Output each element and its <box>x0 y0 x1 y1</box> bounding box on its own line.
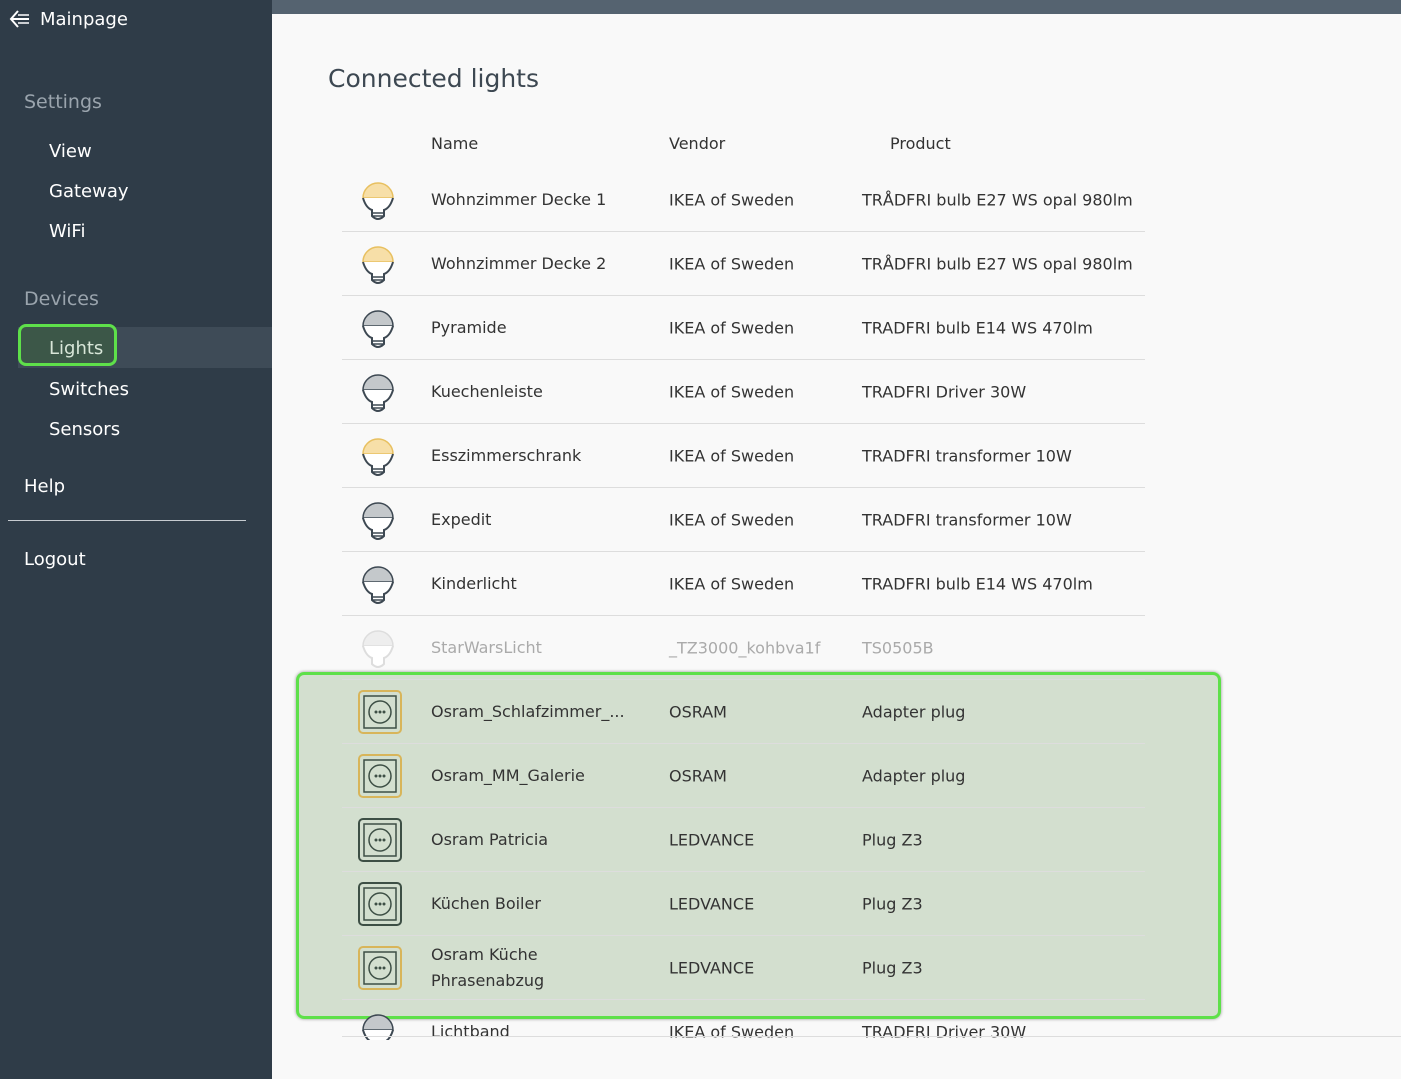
cell-vendor: IKEA of Sweden <box>669 190 795 209</box>
cell-product: Plug Z3 <box>862 958 923 977</box>
back-arrow-icon <box>9 10 29 28</box>
cell-vendor: IKEA of Sweden <box>669 318 795 337</box>
bulb-icon[interactable] <box>358 560 398 608</box>
sidebar-divider <box>8 520 246 521</box>
settings-heading: Settings <box>24 91 102 113</box>
sidebar-item-view[interactable]: View <box>49 141 92 162</box>
cell-name: Osram Küche Phrasenabzug <box>431 944 545 990</box>
sidebar-item-gateway[interactable]: Gateway <box>49 181 129 202</box>
column-header-vendor: Vendor <box>669 134 726 153</box>
cell-vendor: IKEA of Sweden <box>669 1022 795 1041</box>
bulb-icon[interactable] <box>358 368 398 416</box>
plug-icon[interactable] <box>358 688 402 736</box>
cell-vendor: IKEA of Sweden <box>669 382 795 401</box>
cell-product: TRADFRI Driver 30W <box>862 1022 1027 1041</box>
cell-vendor: IKEA of Sweden <box>669 446 795 465</box>
cell-product: TRADFRI bulb E14 WS 470lm <box>862 318 1093 337</box>
cell-product: TRÅDFRI bulb E27 WS opal 980lm <box>862 190 1133 209</box>
table-row[interactable]: Lichtband IKEA of Sweden TRADFRI Driver … <box>342 1000 1145 1040</box>
bulb-icon[interactable] <box>358 432 398 480</box>
mainpage-link[interactable]: Mainpage <box>8 8 128 30</box>
cell-name: Kinderlicht <box>431 573 517 593</box>
table-row[interactable]: Osram_MM_Galerie OSRAM Adapter plug <box>342 744 1145 808</box>
table-row[interactable]: Wohnzimmer Decke 2 IKEA of Sweden TRÅDFR… <box>342 232 1145 296</box>
cell-name: Expedit <box>431 509 492 529</box>
sidebar-item-sensors[interactable]: Sensors <box>49 419 120 440</box>
page-title: Connected lights <box>328 64 539 93</box>
table-row[interactable]: Osram_Schlafzimmer_... OSRAM Adapter plu… <box>342 680 1145 744</box>
cell-vendor: OSRAM <box>669 702 727 721</box>
sidebar-item-wifi[interactable]: WiFi <box>49 221 85 242</box>
table-bottom-line <box>342 1036 1401 1037</box>
cell-name: StarWarsLicht <box>431 637 542 657</box>
sidebar-item-lights[interactable]: Lights <box>49 338 103 359</box>
table-row[interactable]: Expedit IKEA of Sweden TRADFRI transform… <box>342 488 1145 552</box>
cell-name: Osram_MM_Galerie <box>431 765 585 785</box>
cell-vendor: _TZ3000_kohbva1f <box>669 638 821 657</box>
cell-name: Osram Patricia <box>431 829 549 849</box>
table-row[interactable]: Osram Patricia LEDVANCE Plug Z3 <box>342 808 1145 872</box>
top-bar <box>272 0 1401 14</box>
cell-vendor: IKEA of Sweden <box>669 510 795 529</box>
cell-name: Küchen Boiler <box>431 893 541 913</box>
bulb-icon[interactable] <box>358 176 398 224</box>
column-header-name: Name <box>431 134 479 153</box>
mainpage-label: Mainpage <box>40 8 128 30</box>
cell-product: Adapter plug <box>862 702 966 721</box>
table-row[interactable]: Küchen Boiler LEDVANCE Plug Z3 <box>342 872 1145 936</box>
cell-name: Wohnzimmer Decke 1 <box>431 189 607 209</box>
cell-product: TRÅDFRI bulb E27 WS opal 980lm <box>862 254 1133 273</box>
cell-product: Adapter plug <box>862 766 966 785</box>
bulb-icon[interactable] <box>358 304 398 352</box>
bulb-icon[interactable] <box>358 496 398 544</box>
cell-product: Plug Z3 <box>862 894 923 913</box>
table-row[interactable]: Wohnzimmer Decke 1 IKEA of Sweden TRÅDFR… <box>342 168 1145 232</box>
bulb-icon[interactable] <box>358 240 398 288</box>
cell-name: Osram_Schlafzimmer_... <box>431 701 625 721</box>
cell-vendor: IKEA of Sweden <box>669 254 795 273</box>
cell-name: Wohnzimmer Decke 2 <box>431 253 607 273</box>
cell-name: Esszimmerschrank <box>431 445 582 465</box>
table-row[interactable]: Esszimmerschrank IKEA of Sweden TRADFRI … <box>342 424 1145 488</box>
plug-icon[interactable] <box>358 880 402 928</box>
cell-name: Pyramide <box>431 317 507 337</box>
plug-icon[interactable] <box>358 816 402 864</box>
plug-icon[interactable] <box>358 752 402 800</box>
table-row[interactable]: Kinderlicht IKEA of Sweden TRADFRI bulb … <box>342 552 1145 616</box>
cell-product: Plug Z3 <box>862 830 923 849</box>
cell-vendor: LEDVANCE <box>669 830 755 849</box>
table-row[interactable]: Kuechenleiste IKEA of Sweden TRADFRI Dri… <box>342 360 1145 424</box>
cell-name: Kuechenleiste <box>431 381 543 401</box>
cell-product: TRADFRI transformer 10W <box>862 510 1072 529</box>
table-row[interactable]: Pyramide IKEA of Sweden TRADFRI bulb E14… <box>342 296 1145 360</box>
bulb-icon[interactable] <box>358 624 398 672</box>
sidebar: Mainpage Settings View Gateway WiFi Devi… <box>0 0 272 1079</box>
cell-product: TRADFRI transformer 10W <box>862 446 1072 465</box>
table-row[interactable]: Osram Küche Phrasenabzug LEDVANCE Plug Z… <box>342 936 1145 1000</box>
sidebar-item-logout[interactable]: Logout <box>24 549 86 570</box>
plug-icon[interactable] <box>358 944 402 992</box>
sidebar-item-help[interactable]: Help <box>24 476 65 497</box>
cell-vendor: IKEA of Sweden <box>669 574 795 593</box>
devices-heading: Devices <box>24 288 99 310</box>
cell-product: TRADFRI Driver 30W <box>862 382 1027 401</box>
cell-vendor: LEDVANCE <box>669 958 755 977</box>
cell-product: TS0505B <box>862 638 934 657</box>
column-header-product: Product <box>890 134 951 153</box>
sidebar-item-switches[interactable]: Switches <box>49 379 129 400</box>
cell-vendor: OSRAM <box>669 766 727 785</box>
table-row[interactable]: StarWarsLicht _TZ3000_kohbva1f TS0505B <box>342 616 1145 680</box>
cell-vendor: LEDVANCE <box>669 894 755 913</box>
cell-product: TRADFRI bulb E14 WS 470lm <box>862 574 1093 593</box>
